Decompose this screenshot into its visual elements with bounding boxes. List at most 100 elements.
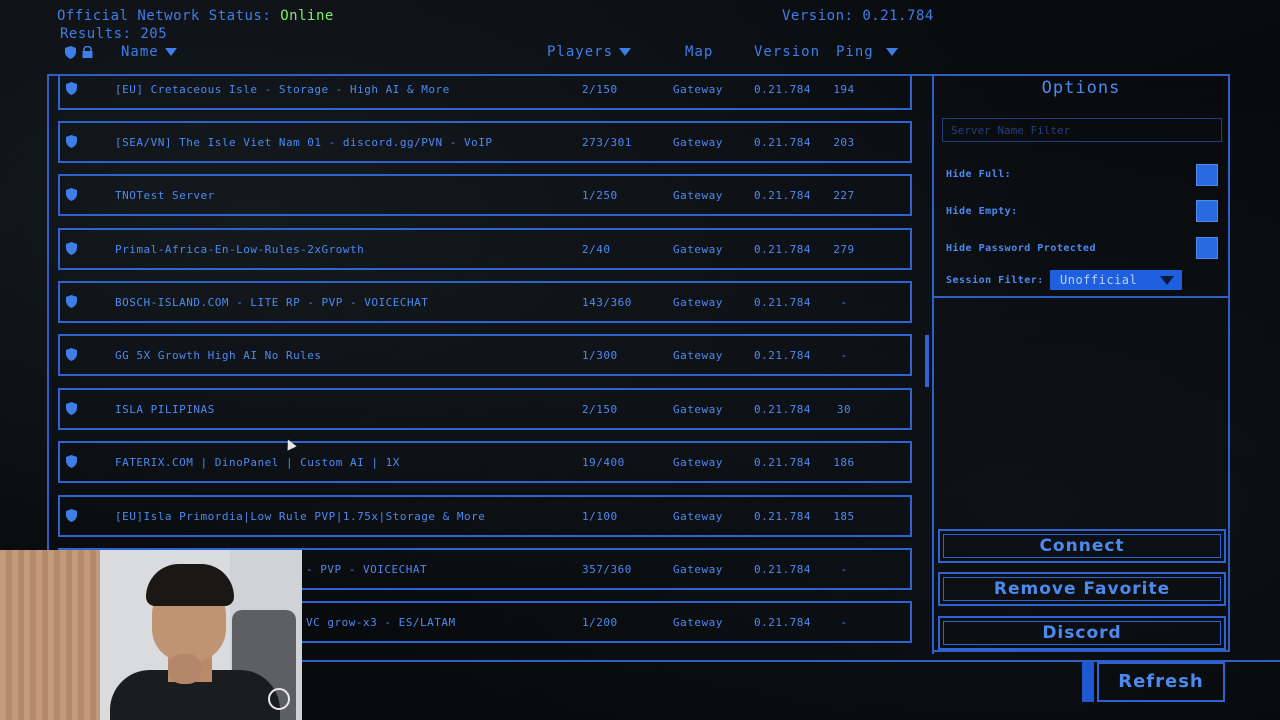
shield-icon[interactable] [66, 242, 77, 255]
hide-password-checkbox[interactable] [1196, 237, 1218, 259]
shield-icon[interactable] [66, 455, 77, 468]
webcam-overlay [0, 550, 302, 720]
hide-full-checkbox[interactable] [1196, 164, 1218, 186]
webcam-logo-icon [268, 688, 290, 710]
server-row[interactable]: ISLA PILIPINAS 2/150 Gateway 0.21.784 30 [58, 388, 912, 430]
server-players: 2/150 [582, 403, 618, 416]
column-ping-label: Ping [836, 44, 874, 60]
server-players: 143/360 [582, 296, 632, 309]
lock-icon[interactable] [82, 46, 93, 58]
triangle-down-icon [885, 48, 898, 56]
server-row[interactable]: TNOTest Server 1/250 Gateway 0.21.784 22… [58, 174, 912, 216]
server-map: Gateway [673, 136, 723, 149]
shield-icon[interactable] [66, 402, 77, 415]
server-row[interactable]: GG 5X Growth High AI No Rules 1/300 Gate… [58, 334, 912, 376]
server-players: 357/360 [582, 563, 632, 576]
server-name-filter-input[interactable] [942, 118, 1222, 142]
server-name: FATERIX.COM | DinoPanel | Custom AI | 1X [115, 456, 400, 469]
column-header-name[interactable]: Name [121, 44, 177, 60]
shield-icon[interactable] [66, 295, 77, 308]
server-version: 0.21.784 [754, 563, 811, 576]
server-players: 1/100 [582, 510, 618, 523]
column-header-ping[interactable]: Ping [836, 44, 898, 60]
session-filter-select[interactable]: Unofficial [1050, 270, 1182, 290]
results-value: 205 [140, 26, 168, 42]
hide-empty-label: Hide Empty: [946, 206, 1018, 217]
server-players: 1/300 [582, 349, 618, 362]
server-ping: - [840, 563, 848, 576]
server-version: 0.21.784 [754, 349, 811, 362]
server-map: Gateway [673, 403, 723, 416]
server-version: 0.21.784 [754, 296, 811, 309]
shield-icon[interactable] [66, 188, 77, 201]
column-players-label: Players [547, 44, 614, 60]
results-label: Results: [60, 26, 132, 42]
server-players: 2/40 [582, 243, 611, 256]
shield-icon[interactable] [66, 509, 77, 522]
server-version: 0.21.784 [754, 189, 811, 202]
hide-empty-checkbox[interactable] [1196, 200, 1218, 222]
server-name: - PVP - VOICECHAT [306, 563, 428, 576]
server-row[interactable]: BOSCH-ISLAND.COM - LITE RP - PVP - VOICE… [58, 281, 912, 323]
server-name: GG 5X Growth High AI No Rules [115, 349, 322, 362]
results-count: Results: 205 [60, 26, 167, 42]
network-status-value: Online [280, 8, 334, 24]
game-version: Version: 0.21.784 [782, 8, 934, 24]
server-ping: - [840, 349, 848, 362]
shield-icon[interactable] [65, 46, 76, 59]
server-version: 0.21.784 [754, 403, 811, 416]
column-map-label: Map [685, 44, 714, 60]
server-version: 0.21.784 [754, 510, 811, 523]
server-row[interactable]: FATERIX.COM | DinoPanel | Custom AI | 1X… [58, 441, 912, 483]
server-row[interactable]: Primal-Africa-En-Low-Rules-2xGrowth 2/40… [58, 228, 912, 270]
server-row[interactable]: [EU] Cretaceous Isle - Storage - High AI… [58, 76, 912, 110]
server-version: 0.21.784 [754, 83, 811, 96]
options-title: Options [1041, 78, 1121, 98]
server-map: Gateway [673, 616, 723, 629]
server-name: [EU] Cretaceous Isle - Storage - High AI… [115, 83, 450, 96]
server-version: 0.21.784 [754, 243, 811, 256]
discord-button[interactable]: Discord [938, 616, 1226, 650]
server-players: 1/200 [582, 616, 618, 629]
server-row[interactable]: [SEA/VN] The Isle Viet Nam 01 - discord.… [58, 121, 912, 163]
connect-button[interactable]: Connect [938, 529, 1226, 563]
refresh-accent [1082, 662, 1094, 702]
column-name-label: Name [121, 44, 159, 60]
shield-icon[interactable] [66, 135, 77, 148]
refresh-button[interactable]: Refresh [1097, 662, 1225, 702]
server-players: 19/400 [582, 456, 625, 469]
server-ping: 227 [833, 189, 855, 202]
webcam-person-hand [168, 654, 202, 684]
triangle-down-icon [164, 48, 177, 56]
server-ping: 185 [833, 510, 855, 523]
server-map: Gateway [673, 296, 723, 309]
server-ping: - [840, 616, 848, 629]
server-ping: 203 [833, 136, 855, 149]
options-divider [934, 296, 1228, 298]
header-icons [65, 46, 93, 59]
server-name: BOSCH-ISLAND.COM - LITE RP - PVP - VOICE… [115, 296, 429, 309]
column-header-version[interactable]: Version [754, 44, 820, 60]
list-scrollbar[interactable] [925, 335, 929, 387]
network-status-label: Official Network Status: [57, 8, 272, 24]
column-header-map[interactable]: Map [685, 44, 713, 60]
server-name: VC grow-x3 - ES/LATAM [306, 616, 456, 629]
server-name: Primal-Africa-En-Low-Rules-2xGrowth [115, 243, 365, 256]
server-map: Gateway [673, 349, 723, 362]
server-name: TNOTest Server [115, 189, 215, 202]
webcam-person-hair [146, 564, 234, 606]
server-map: Gateway [673, 563, 723, 576]
shield-icon[interactable] [66, 82, 77, 95]
server-row[interactable]: [EU]Isla Primordia|Low Rule PVP|1.75x|St… [58, 495, 912, 537]
server-name: ISLA PILIPINAS [115, 403, 215, 416]
column-header-players[interactable]: Players [547, 44, 632, 60]
server-ping: - [840, 296, 848, 309]
server-name: [SEA/VN] The Isle Viet Nam 01 - discord.… [115, 136, 493, 149]
version-label: Version: [782, 8, 854, 24]
version-value: 0.21.784 [862, 8, 934, 24]
shield-icon[interactable] [66, 348, 77, 361]
server-version: 0.21.784 [754, 616, 811, 629]
remove-favorite-button[interactable]: Remove Favorite [938, 572, 1226, 606]
server-map: Gateway [673, 510, 723, 523]
server-version: 0.21.784 [754, 136, 811, 149]
